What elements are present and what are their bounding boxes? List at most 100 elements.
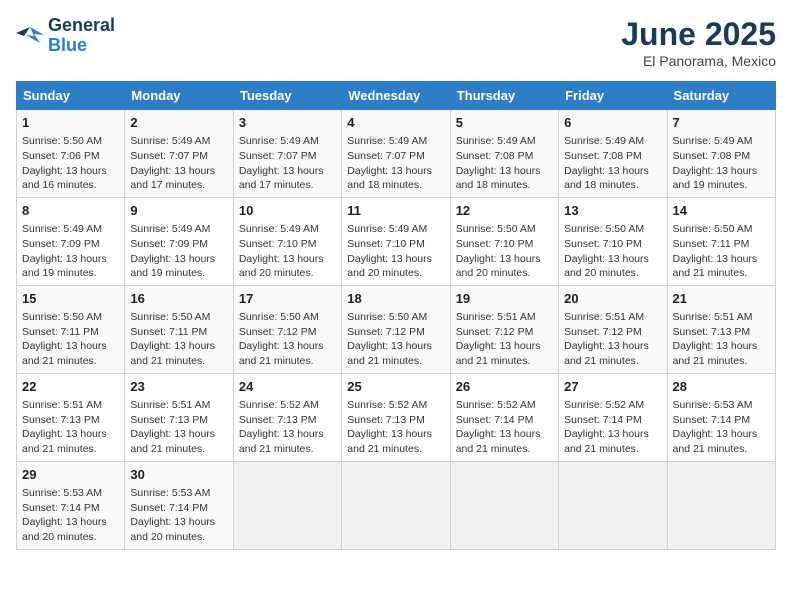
day-number: 24 [239,378,336,396]
calendar-cell: 3 Sunrise: 5:49 AM Sunset: 7:07 PM Dayli… [233,110,341,198]
sunrise: Sunrise: 5:49 AM [22,222,119,237]
calendar-cell: 18 Sunrise: 5:50 AM Sunset: 7:12 PM Dayl… [342,285,450,373]
calendar-cell: 23 Sunrise: 5:51 AM Sunset: 7:13 PM Dayl… [125,373,233,461]
sunrise: Sunrise: 5:53 AM [130,486,227,501]
sunset: Sunset: 7:11 PM [22,325,119,340]
sunset: Sunset: 7:12 PM [456,325,553,340]
sunset: Sunset: 7:08 PM [564,149,661,164]
daylight: Daylight: 13 hours and 21 minutes. [239,339,336,368]
sunrise: Sunrise: 5:51 AM [456,310,553,325]
day-info: Sunrise: 5:53 AM Sunset: 7:14 PM Dayligh… [130,486,227,545]
daylight: Daylight: 13 hours and 21 minutes. [564,339,661,368]
sunset: Sunset: 7:11 PM [673,237,770,252]
sunset: Sunset: 7:10 PM [347,237,444,252]
sunset: Sunset: 7:14 PM [456,413,553,428]
day-info: Sunrise: 5:50 AM Sunset: 7:06 PM Dayligh… [22,134,119,193]
day-info: Sunrise: 5:51 AM Sunset: 7:13 PM Dayligh… [673,310,770,369]
weekday-header-friday: Friday [559,82,667,110]
weekday-header-tuesday: Tuesday [233,82,341,110]
header: GeneralBlue June 2025 El Panorama, Mexic… [16,16,776,69]
sunrise: Sunrise: 5:51 AM [22,398,119,413]
day-number: 1 [22,114,119,132]
daylight: Daylight: 13 hours and 18 minutes. [564,164,661,193]
daylight: Daylight: 13 hours and 19 minutes. [22,252,119,281]
day-info: Sunrise: 5:49 AM Sunset: 7:07 PM Dayligh… [347,134,444,193]
day-info: Sunrise: 5:51 AM Sunset: 7:13 PM Dayligh… [130,398,227,457]
sunset: Sunset: 7:13 PM [239,413,336,428]
calendar-week-3: 15 Sunrise: 5:50 AM Sunset: 7:11 PM Dayl… [17,285,776,373]
sunset: Sunset: 7:06 PM [22,149,119,164]
sunset: Sunset: 7:13 PM [347,413,444,428]
calendar-cell [667,461,775,549]
daylight: Daylight: 13 hours and 20 minutes. [22,515,119,544]
day-number: 26 [456,378,553,396]
daylight: Daylight: 13 hours and 21 minutes. [239,427,336,456]
calendar-cell: 15 Sunrise: 5:50 AM Sunset: 7:11 PM Dayl… [17,285,125,373]
day-info: Sunrise: 5:49 AM Sunset: 7:07 PM Dayligh… [130,134,227,193]
sunset: Sunset: 7:10 PM [239,237,336,252]
calendar-cell: 17 Sunrise: 5:50 AM Sunset: 7:12 PM Dayl… [233,285,341,373]
sunrise: Sunrise: 5:49 AM [347,134,444,149]
daylight: Daylight: 13 hours and 18 minutes. [347,164,444,193]
sunrise: Sunrise: 5:49 AM [130,222,227,237]
day-info: Sunrise: 5:50 AM Sunset: 7:12 PM Dayligh… [347,310,444,369]
day-info: Sunrise: 5:52 AM Sunset: 7:13 PM Dayligh… [347,398,444,457]
calendar-cell: 10 Sunrise: 5:49 AM Sunset: 7:10 PM Dayl… [233,197,341,285]
sunrise: Sunrise: 5:50 AM [130,310,227,325]
sunrise: Sunrise: 5:50 AM [22,310,119,325]
day-info: Sunrise: 5:49 AM Sunset: 7:08 PM Dayligh… [673,134,770,193]
title-area: June 2025 El Panorama, Mexico [621,16,776,69]
sunrise: Sunrise: 5:51 AM [673,310,770,325]
weekday-header-wednesday: Wednesday [342,82,450,110]
day-number: 8 [22,202,119,220]
daylight: Daylight: 13 hours and 21 minutes. [130,339,227,368]
calendar-header: SundayMondayTuesdayWednesdayThursdayFrid… [17,82,776,110]
sunrise: Sunrise: 5:51 AM [130,398,227,413]
calendar-cell: 28 Sunrise: 5:53 AM Sunset: 7:14 PM Dayl… [667,373,775,461]
day-info: Sunrise: 5:49 AM Sunset: 7:08 PM Dayligh… [456,134,553,193]
day-number: 2 [130,114,227,132]
logo-blue: Blue [48,35,87,55]
day-number: 18 [347,290,444,308]
day-number: 3 [239,114,336,132]
daylight: Daylight: 13 hours and 21 minutes. [673,427,770,456]
sunset: Sunset: 7:13 PM [130,413,227,428]
calendar-cell: 8 Sunrise: 5:49 AM Sunset: 7:09 PM Dayli… [17,197,125,285]
day-number: 22 [22,378,119,396]
day-number: 30 [130,466,227,484]
calendar-cell [233,461,341,549]
sunrise: Sunrise: 5:49 AM [456,134,553,149]
daylight: Daylight: 13 hours and 21 minutes. [22,339,119,368]
day-number: 5 [456,114,553,132]
sunrise: Sunrise: 5:50 AM [564,222,661,237]
day-info: Sunrise: 5:51 AM Sunset: 7:12 PM Dayligh… [564,310,661,369]
calendar-cell: 5 Sunrise: 5:49 AM Sunset: 7:08 PM Dayli… [450,110,558,198]
calendar-week-4: 22 Sunrise: 5:51 AM Sunset: 7:13 PM Dayl… [17,373,776,461]
sunset: Sunset: 7:12 PM [239,325,336,340]
sunrise: Sunrise: 5:50 AM [347,310,444,325]
calendar-cell: 30 Sunrise: 5:53 AM Sunset: 7:14 PM Dayl… [125,461,233,549]
logo-bird-icon [16,25,44,47]
sunset: Sunset: 7:07 PM [130,149,227,164]
day-info: Sunrise: 5:49 AM Sunset: 7:10 PM Dayligh… [347,222,444,281]
daylight: Daylight: 13 hours and 21 minutes. [347,427,444,456]
weekday-header-sunday: Sunday [17,82,125,110]
calendar-cell: 22 Sunrise: 5:51 AM Sunset: 7:13 PM Dayl… [17,373,125,461]
calendar-cell: 26 Sunrise: 5:52 AM Sunset: 7:14 PM Dayl… [450,373,558,461]
day-number: 16 [130,290,227,308]
sunset: Sunset: 7:13 PM [22,413,119,428]
calendar-cell: 11 Sunrise: 5:49 AM Sunset: 7:10 PM Dayl… [342,197,450,285]
sunrise: Sunrise: 5:50 AM [456,222,553,237]
day-number: 23 [130,378,227,396]
daylight: Daylight: 13 hours and 20 minutes. [130,515,227,544]
day-info: Sunrise: 5:52 AM Sunset: 7:14 PM Dayligh… [456,398,553,457]
calendar-week-2: 8 Sunrise: 5:49 AM Sunset: 7:09 PM Dayli… [17,197,776,285]
sunrise: Sunrise: 5:51 AM [564,310,661,325]
sunrise: Sunrise: 5:49 AM [673,134,770,149]
sunset: Sunset: 7:07 PM [347,149,444,164]
day-number: 10 [239,202,336,220]
calendar-cell: 14 Sunrise: 5:50 AM Sunset: 7:11 PM Dayl… [667,197,775,285]
daylight: Daylight: 13 hours and 20 minutes. [347,252,444,281]
logo: GeneralBlue [16,16,115,56]
daylight: Daylight: 13 hours and 21 minutes. [673,339,770,368]
